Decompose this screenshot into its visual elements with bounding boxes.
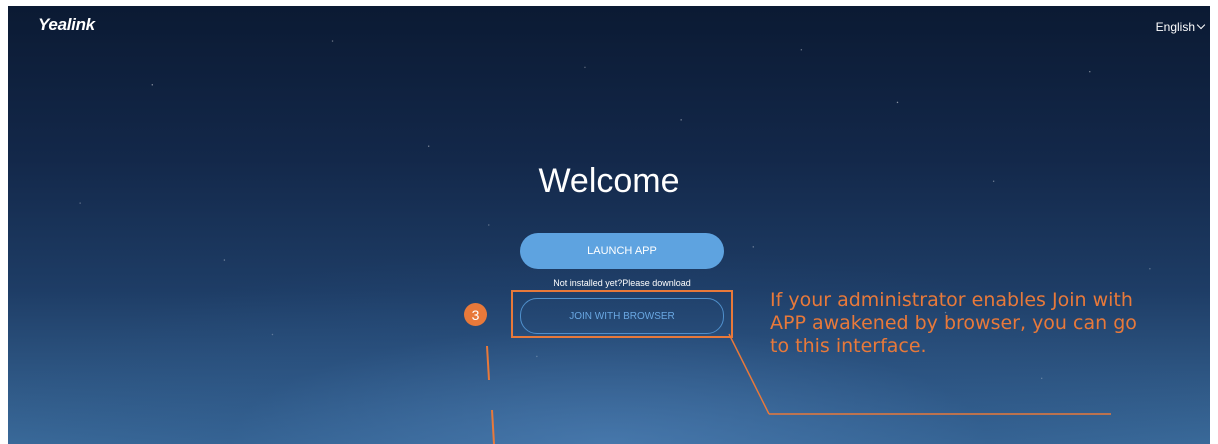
page-background: Yealink English Welcome LAUNCH APP Not i… xyxy=(8,6,1210,444)
dashed-guide-segment-1 xyxy=(486,345,490,381)
dashed-guide-segment-2 xyxy=(491,409,495,444)
annotation-callout-text: If your administrator enables Join with … xyxy=(770,289,1137,357)
callout-leader-line xyxy=(728,333,770,415)
annotation-lines xyxy=(486,333,1111,444)
